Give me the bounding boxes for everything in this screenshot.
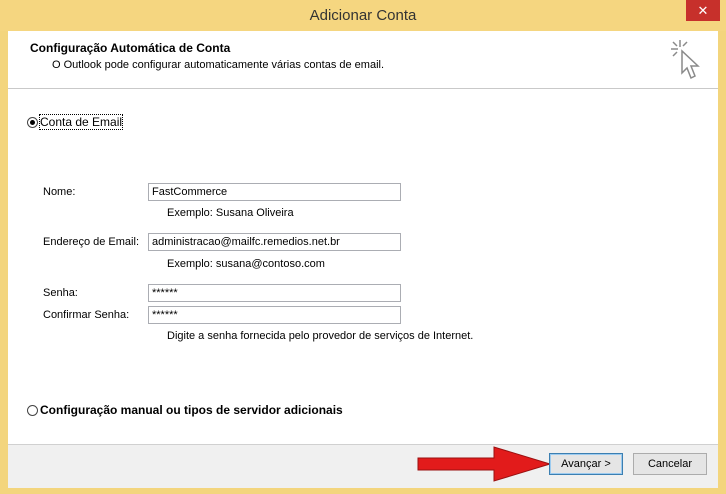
email-account-label[interactable]: Conta de Email: [38, 114, 124, 130]
title-bar[interactable]: Adicionar Conta ✕: [0, 0, 726, 31]
header-subtitle: O Outlook pode configurar automaticament…: [52, 59, 385, 71]
confirm-password-label: Confirmar Senha:: [43, 309, 130, 321]
add-account-window: Adicionar Conta ✕ Configuração Automátic…: [0, 0, 726, 494]
dialog-client: Configuração Automática de Conta O Outlo…: [8, 31, 718, 488]
manual-config-label[interactable]: Configuração manual ou tipos de servidor…: [40, 403, 343, 417]
password-hint: Digite a senha fornecida pelo provedor d…: [167, 330, 474, 342]
wizard-cursor-icon: [671, 40, 700, 80]
name-input[interactable]: [148, 183, 401, 201]
account-form: Conta de Email Nome: Exemplo: Susana Oli…: [8, 89, 718, 445]
dialog-header: Configuração Automática de Conta O Outlo…: [8, 31, 718, 89]
password-input[interactable]: [148, 284, 401, 302]
name-label: Nome:: [43, 186, 76, 198]
password-label: Senha:: [43, 287, 78, 299]
email-input[interactable]: [148, 233, 401, 251]
confirm-password-input[interactable]: [148, 306, 401, 324]
next-button[interactable]: Avançar >: [549, 453, 623, 475]
header-title: Configuração Automática de Conta: [30, 41, 231, 55]
name-hint: Exemplo: Susana Oliveira: [167, 207, 294, 219]
close-icon: ✕: [697, 3, 709, 18]
manual-config-radio[interactable]: [27, 405, 38, 416]
email-account-radio[interactable]: [27, 117, 38, 128]
email-label: Endereço de Email:: [43, 236, 139, 248]
window-title: Adicionar Conta: [309, 7, 417, 24]
email-hint: Exemplo: susana@contoso.com: [167, 258, 325, 270]
close-button[interactable]: ✕: [686, 0, 720, 21]
red-arrow-annotation: [417, 446, 552, 482]
cancel-button[interactable]: Cancelar: [633, 453, 707, 475]
